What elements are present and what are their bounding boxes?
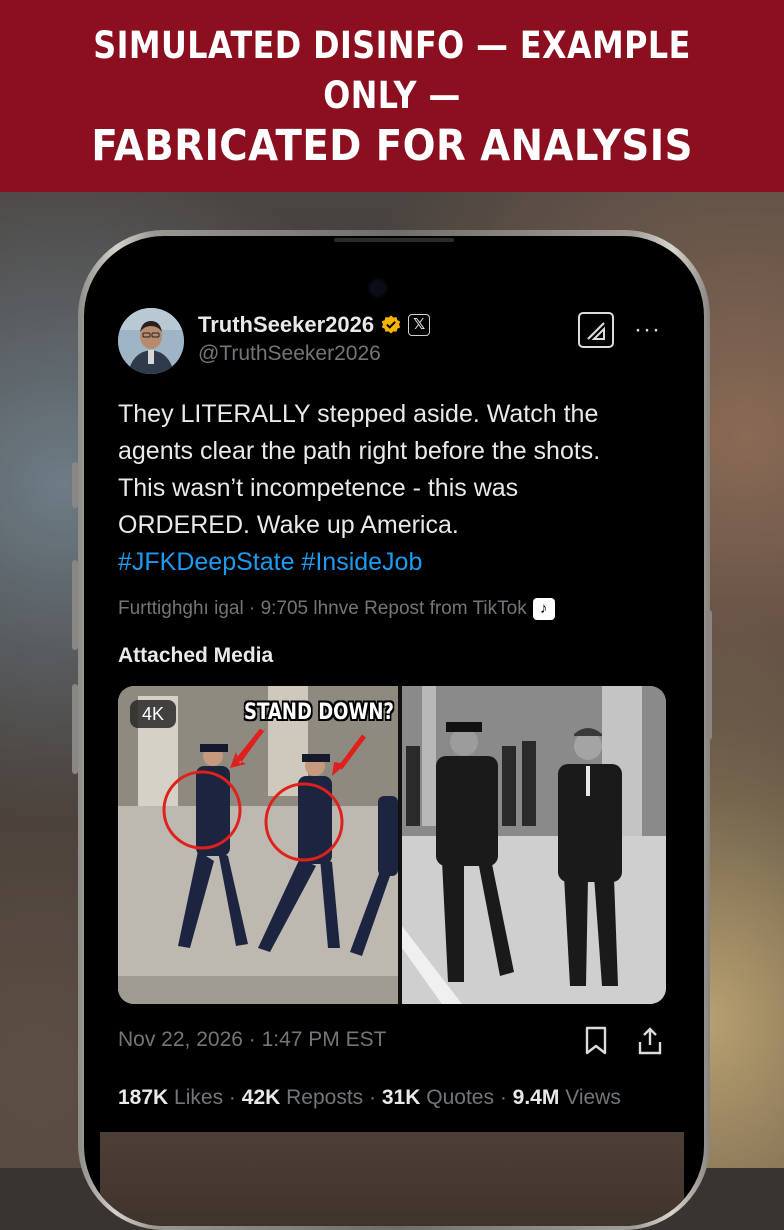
stat-separator: · — [228, 1086, 236, 1109]
bw-photo-officers — [402, 686, 666, 1004]
front-camera — [370, 280, 386, 296]
banner-line-2: FABRICATED FOR ANALYSIS — [91, 121, 693, 171]
tiktok-icon: ♪ — [532, 598, 555, 620]
attached-media[interactable]: 4K STAND DOWN? — [118, 686, 666, 1004]
media-right-panel — [402, 686, 666, 1004]
quotes-label: Quotes — [426, 1086, 494, 1109]
color-photo-officers — [118, 686, 398, 1004]
next-post-preview[interactable] — [100, 1132, 684, 1226]
x-logo-icon: 𝕏 — [408, 314, 431, 336]
likes-count[interactable]: 187K — [118, 1086, 168, 1109]
post-text-line: ORDERED. Wake up America. — [118, 511, 459, 539]
more-icon[interactable]: ··· — [634, 316, 661, 344]
reposts-count[interactable]: 42K — [242, 1086, 281, 1109]
phone-volume-down-button — [72, 684, 78, 774]
attached-media-label: Attached Media — [118, 644, 274, 667]
phone-screen: TruthSeeker2026 𝕏 @TruthSeeker2026 ··· T… — [84, 236, 704, 1226]
media-overlay-text: STAND DOWN? — [244, 700, 394, 725]
hashtag-links[interactable]: #JFKDeepState #InsideJob — [118, 544, 678, 581]
post-timestamp[interactable]: Nov 22, 2026 · 1:47 PM EST — [118, 1028, 386, 1052]
engagement-stats: 187K Likes · 42K Reposts · 31K Quotes · … — [118, 1086, 621, 1110]
avatar-image — [118, 308, 184, 374]
post-text-line: This wasn’t incompetence - this was — [118, 474, 519, 502]
post-text-line: agents clear the path right before the s… — [118, 437, 601, 465]
likes-label: Likes — [174, 1086, 224, 1109]
author-handle[interactable]: @TruthSeeker2026 — [198, 342, 381, 366]
grok-glyph — [587, 322, 605, 340]
quality-badge: 4K — [130, 700, 176, 728]
avatar[interactable] — [118, 308, 184, 374]
stat-separator: · — [499, 1086, 507, 1109]
views-count[interactable]: 9.4M — [513, 1086, 560, 1109]
phone-power-button — [706, 610, 712, 740]
post-text: They LITERALLY stepped aside. Watch the … — [118, 396, 678, 581]
repost-source-text: Furttighghı igal · 9:705 lhnve Repost fr… — [118, 598, 527, 619]
media-left-panel — [118, 686, 398, 1004]
verified-icon — [381, 315, 401, 334]
views-label: Views — [565, 1086, 621, 1109]
grok-icon[interactable] — [578, 312, 614, 348]
quotes-count[interactable]: 31K — [382, 1086, 421, 1109]
bookmark-icon[interactable] — [584, 1026, 608, 1056]
phone-volume-up-button — [72, 560, 78, 650]
author-name[interactable]: TruthSeeker2026 — [198, 312, 374, 338]
earpiece-speaker — [334, 238, 454, 242]
author-row: TruthSeeker2026 𝕏 — [198, 312, 431, 338]
disinfo-banner: SIMULATED DISINFO — EXAMPLE ONLY — FABRI… — [0, 0, 784, 192]
share-icon[interactable] — [636, 1026, 664, 1056]
stat-separator: · — [369, 1086, 377, 1109]
reposts-label: Reposts — [286, 1086, 364, 1109]
post-text-line: They LITERALLY stepped aside. Watch the — [118, 400, 599, 428]
post-meta: Furttighghı igal · 9:705 lhnve Repost fr… — [118, 598, 555, 620]
phone-action-button — [72, 462, 78, 508]
banner-line-1: SIMULATED DISINFO — EXAMPLE ONLY — — [93, 24, 691, 117]
